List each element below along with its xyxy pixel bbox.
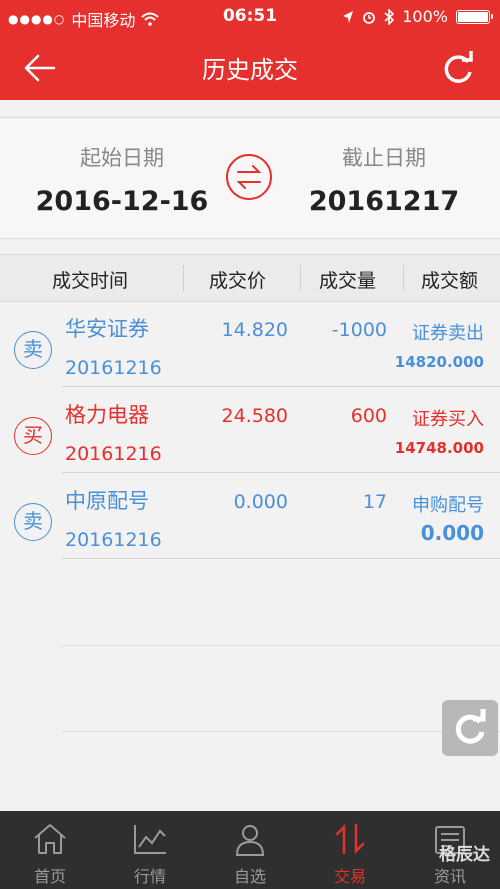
tab-news-label: 资讯: [433, 867, 466, 886]
tab-home[interactable]: 首页: [0, 811, 100, 889]
end-date-value[interactable]: 20161217: [284, 186, 484, 217]
trade-price: 14.820: [221, 319, 288, 341]
header-qty: 成交量: [319, 270, 377, 292]
alarm-icon: [363, 11, 376, 24]
end-date-label: 截止日期: [342, 146, 426, 170]
trade-price: 0.000: [233, 491, 288, 513]
table-row[interactable]: 买 格力电器 20161216 24.580 600 证券买入 14748.00…: [0, 387, 500, 473]
refresh-icon[interactable]: [438, 48, 478, 88]
refresh-icon: [455, 709, 486, 744]
chart-icon: [134, 825, 166, 854]
header-time: 成交时间: [52, 270, 129, 292]
bluetooth-icon: [384, 8, 395, 25]
trade-date: 20161216: [65, 357, 162, 379]
watermark: 格辰达: [439, 845, 490, 865]
stock-name: 格力电器: [65, 403, 149, 427]
nav-bar: 历史成交: [0, 34, 500, 100]
end-date[interactable]: 截止日期 20161217: [284, 142, 484, 217]
battery-percent: 100%: [402, 7, 448, 26]
tab-bar: 首页 行情 自选 交易 资讯: [0, 811, 500, 889]
tab-trade-label: 交易: [333, 867, 366, 886]
start-date-value[interactable]: 2016-12-16: [22, 186, 222, 217]
row-divider: [62, 645, 500, 646]
table-header: 成交时间 成交价 成交量 成交额: [0, 254, 500, 302]
trade-type: 证券卖出: [412, 323, 484, 344]
tab-trade[interactable]: 交易: [300, 811, 400, 889]
stock-name: 华安证券: [65, 317, 149, 341]
tab-home-label: 首页: [33, 867, 66, 886]
trade-date: 20161216: [65, 443, 162, 465]
trade-qty: -1000: [331, 319, 387, 341]
location-icon: [343, 10, 354, 23]
date-range-panel: 起始日期 2016-12-16 截止日期 20161217: [0, 117, 500, 239]
user-icon: [235, 825, 265, 856]
trade-type: 申购配号: [412, 495, 484, 516]
trade-icon: [335, 823, 365, 855]
table-row[interactable]: 卖 华安证券 20161216 14.820 -1000 证券卖出 14820.…: [0, 301, 500, 387]
sell-badge: 卖: [14, 503, 52, 541]
tab-market[interactable]: 行情: [100, 811, 200, 889]
start-date[interactable]: 起始日期 2016-12-16: [22, 142, 222, 217]
home-icon: [34, 824, 66, 854]
row-divider: [62, 731, 500, 732]
tab-watchlist[interactable]: 自选: [200, 811, 300, 889]
sell-badge: 卖: [14, 331, 52, 369]
trade-amount: 0.000: [420, 521, 484, 545]
buy-badge: 买: [14, 417, 52, 455]
stock-name: 中原配号: [65, 489, 149, 513]
trade-price: 24.580: [221, 405, 288, 427]
page-title: 历史成交: [202, 56, 298, 84]
header-price: 成交价: [209, 270, 267, 292]
tab-watchlist-label: 自选: [233, 867, 266, 886]
tab-market-label: 行情: [133, 867, 166, 886]
status-bar: ●●●●○ 中国移动 06:51 100%: [0, 0, 500, 34]
trade-amount: 14748.000: [394, 439, 484, 457]
header-amount: 成交额: [421, 270, 479, 292]
trade-type: 证券买入: [412, 409, 484, 430]
trade-date: 20161216: [65, 529, 162, 551]
table-row[interactable]: 卖 中原配号 20161216 0.000 17 申购配号 0.000: [0, 473, 500, 559]
trade-qty: 17: [362, 491, 387, 513]
trade-amount: 14820.000: [394, 353, 484, 371]
battery-icon: [456, 9, 493, 24]
float-refresh-button[interactable]: [442, 700, 498, 756]
start-date-label: 起始日期: [80, 146, 164, 170]
trade-qty: 600: [350, 405, 387, 427]
swap-dates-icon[interactable]: [226, 154, 272, 200]
